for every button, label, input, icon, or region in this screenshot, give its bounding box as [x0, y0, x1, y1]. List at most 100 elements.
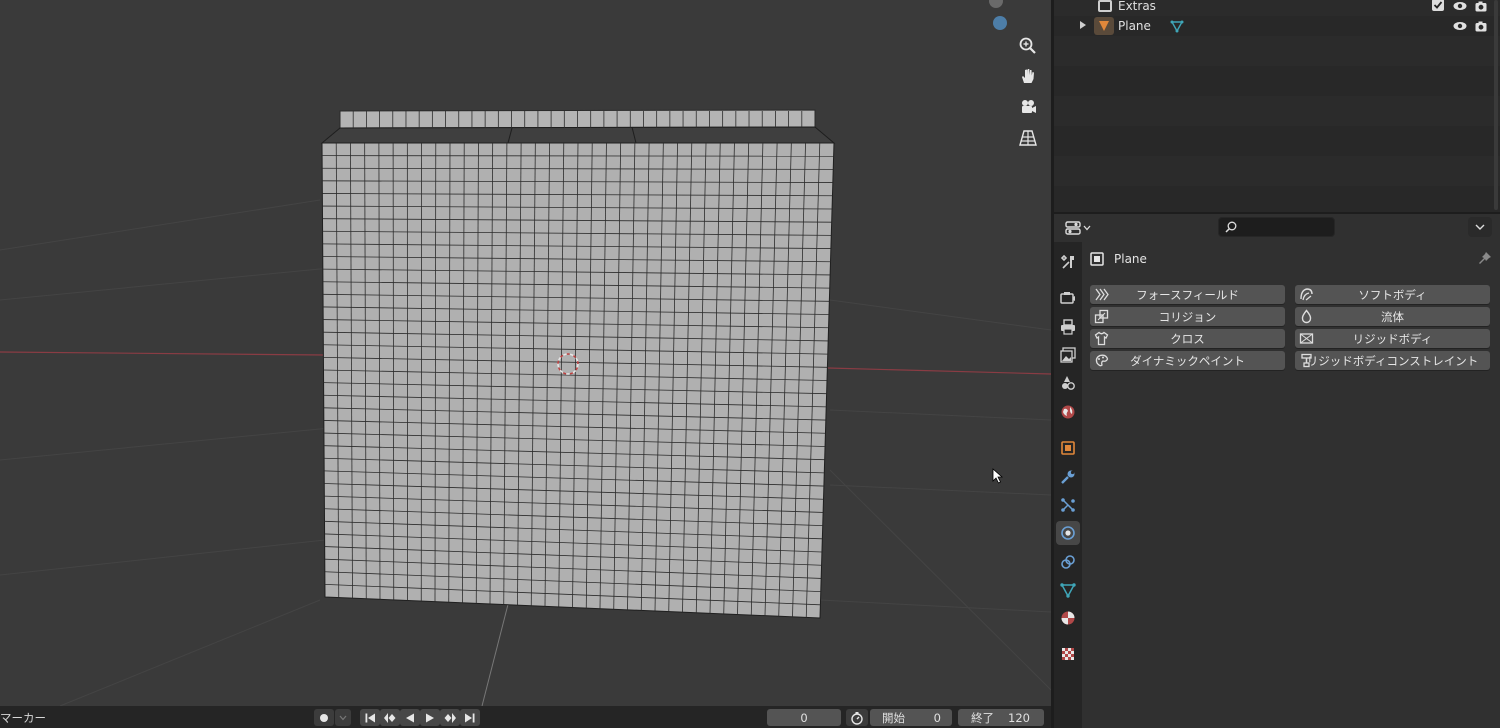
- properties-header: [1054, 214, 1500, 242]
- expand-arrow-icon[interactable]: [1080, 21, 1086, 29]
- outliner-scrollbar[interactable]: [1494, 0, 1498, 210]
- tab-tool[interactable]: [1056, 250, 1080, 274]
- force-field-icon: [1095, 288, 1109, 301]
- play-reverse-icon: [406, 713, 414, 722]
- texture-checker-icon: [1062, 648, 1074, 660]
- 3d-viewport[interactable]: [0, 0, 1051, 706]
- play-reverse-button[interactable]: [400, 709, 420, 726]
- tab-particles[interactable]: [1056, 493, 1080, 517]
- outliner-empty-row: [1054, 96, 1500, 126]
- soft-body-icon: [1300, 288, 1313, 301]
- particles-icon: [1061, 498, 1075, 512]
- play-icon: [426, 713, 434, 722]
- mesh-object-icon: [1094, 17, 1114, 35]
- gizmo-axis-dot-y[interactable]: [993, 16, 1007, 30]
- outliner-row-extras[interactable]: Extras: [1054, 0, 1500, 16]
- hand-icon: [1022, 69, 1034, 83]
- tab-view-layer[interactable]: [1056, 343, 1080, 367]
- properties-search-field[interactable]: [1218, 217, 1335, 237]
- wrench-icon: [1061, 470, 1075, 484]
- tab-material[interactable]: [1056, 606, 1080, 630]
- outliner[interactable]: Extras Plane: [1054, 0, 1500, 212]
- button-label: リジッドボディコンストレイント: [1306, 353, 1479, 368]
- include-checkbox-icon[interactable]: [1432, 0, 1444, 11]
- tab-data[interactable]: [1056, 578, 1080, 602]
- button-label: ダイナミックペイント: [1130, 353, 1245, 368]
- marker-menu[interactable]: マーカー: [0, 710, 46, 726]
- start-frame-label: 開始: [882, 710, 905, 725]
- start-frame-field[interactable]: 開始 0: [870, 709, 952, 726]
- end-frame-value: 120: [1008, 710, 1030, 725]
- chevron-down-icon: [1083, 225, 1091, 231]
- mesh-data-icon: [1060, 583, 1076, 598]
- x-axis-line: [0, 351, 326, 356]
- cloth-icon: [1094, 331, 1109, 346]
- properties-editor[interactable]: Plane フォースフィールド ソフトボディ コリジョン 流体 クロス リジッド…: [1054, 214, 1500, 728]
- render-camera-icon[interactable]: [1474, 19, 1488, 33]
- render-camera-icon[interactable]: [1474, 0, 1488, 13]
- rigid-body-button[interactable]: リジッドボディ: [1295, 329, 1490, 348]
- pan-button[interactable]: [1014, 62, 1042, 90]
- record-icon: [320, 713, 328, 722]
- force-field-button[interactable]: フォースフィールド: [1090, 285, 1285, 304]
- tab-world[interactable]: [1056, 400, 1080, 424]
- outliner-empty-row: [1054, 156, 1500, 186]
- world-icon: [1061, 405, 1075, 419]
- perspective-toggle-button[interactable]: [1014, 124, 1042, 152]
- tab-physics[interactable]: [1056, 521, 1080, 545]
- jump-to-start-button[interactable]: [360, 709, 380, 726]
- tab-object[interactable]: [1056, 436, 1080, 460]
- rigid-body-icon: [1299, 333, 1314, 344]
- outliner-empty-row: [1054, 36, 1500, 66]
- end-frame-field[interactable]: 終了 120: [958, 709, 1044, 726]
- soft-body-button[interactable]: ソフトボディ: [1295, 285, 1490, 304]
- mesh-data-icon[interactable]: [1170, 19, 1184, 33]
- tab-modifiers[interactable]: [1056, 465, 1080, 489]
- editor-type-button[interactable]: [1062, 218, 1094, 238]
- use-preview-range-button[interactable]: [846, 709, 868, 726]
- tab-output[interactable]: [1056, 315, 1080, 339]
- object-icon: [1090, 252, 1104, 266]
- camera-view-button[interactable]: [1014, 93, 1042, 121]
- jump-prev-keyframe-button[interactable]: [380, 709, 400, 726]
- chevron-down-icon: [1475, 224, 1485, 230]
- dynamic-paint-button[interactable]: ダイナミックペイント: [1090, 351, 1285, 370]
- mouse-pointer-icon: [992, 468, 1004, 484]
- render-icon: [1060, 292, 1075, 304]
- search-icon: [1225, 221, 1237, 233]
- eye-icon[interactable]: [1453, 19, 1467, 33]
- fluid-button[interactable]: 流体: [1295, 307, 1490, 326]
- play-button[interactable]: [420, 709, 440, 726]
- chevron-down-icon: [339, 715, 347, 720]
- object-icon: [1061, 441, 1075, 455]
- keying-dropdown-button[interactable]: [335, 709, 351, 726]
- options-dropdown-button[interactable]: [1468, 217, 1492, 237]
- context-path: Plane: [1090, 248, 1492, 270]
- material-icon: [1061, 611, 1075, 625]
- rigid-body-constraint-button[interactable]: リジッドボディコンストレイント: [1295, 351, 1490, 370]
- collision-button[interactable]: コリジョン: [1090, 307, 1285, 326]
- tab-constraints[interactable]: [1056, 550, 1080, 574]
- cloth-button[interactable]: クロス: [1090, 329, 1285, 348]
- tab-texture[interactable]: [1056, 642, 1080, 666]
- camera-icon: [1022, 100, 1036, 113]
- auto-keying-button[interactable]: [314, 709, 334, 726]
- tab-render[interactable]: [1056, 286, 1080, 310]
- output-printer-icon: [1061, 319, 1075, 335]
- end-frame-label: 終了: [971, 710, 994, 725]
- dynamic-paint-icon: [1095, 354, 1109, 367]
- outliner-label: Plane: [1118, 19, 1151, 33]
- button-label: フォースフィールド: [1136, 287, 1239, 302]
- current-frame-field[interactable]: 0: [767, 709, 841, 726]
- outliner-label: Extras: [1118, 0, 1156, 13]
- tab-scene[interactable]: [1056, 371, 1080, 395]
- zoom-button[interactable]: [1014, 32, 1042, 60]
- stopwatch-icon: [851, 711, 863, 725]
- jump-next-keyframe-button[interactable]: [440, 709, 460, 726]
- jump-to-end-button[interactable]: [460, 709, 480, 726]
- eye-icon[interactable]: [1453, 0, 1467, 13]
- pin-icon[interactable]: [1478, 251, 1492, 265]
- search-input[interactable]: [1241, 220, 1331, 234]
- outliner-row-plane[interactable]: Plane: [1054, 16, 1500, 36]
- constraint-icon: [1061, 555, 1075, 569]
